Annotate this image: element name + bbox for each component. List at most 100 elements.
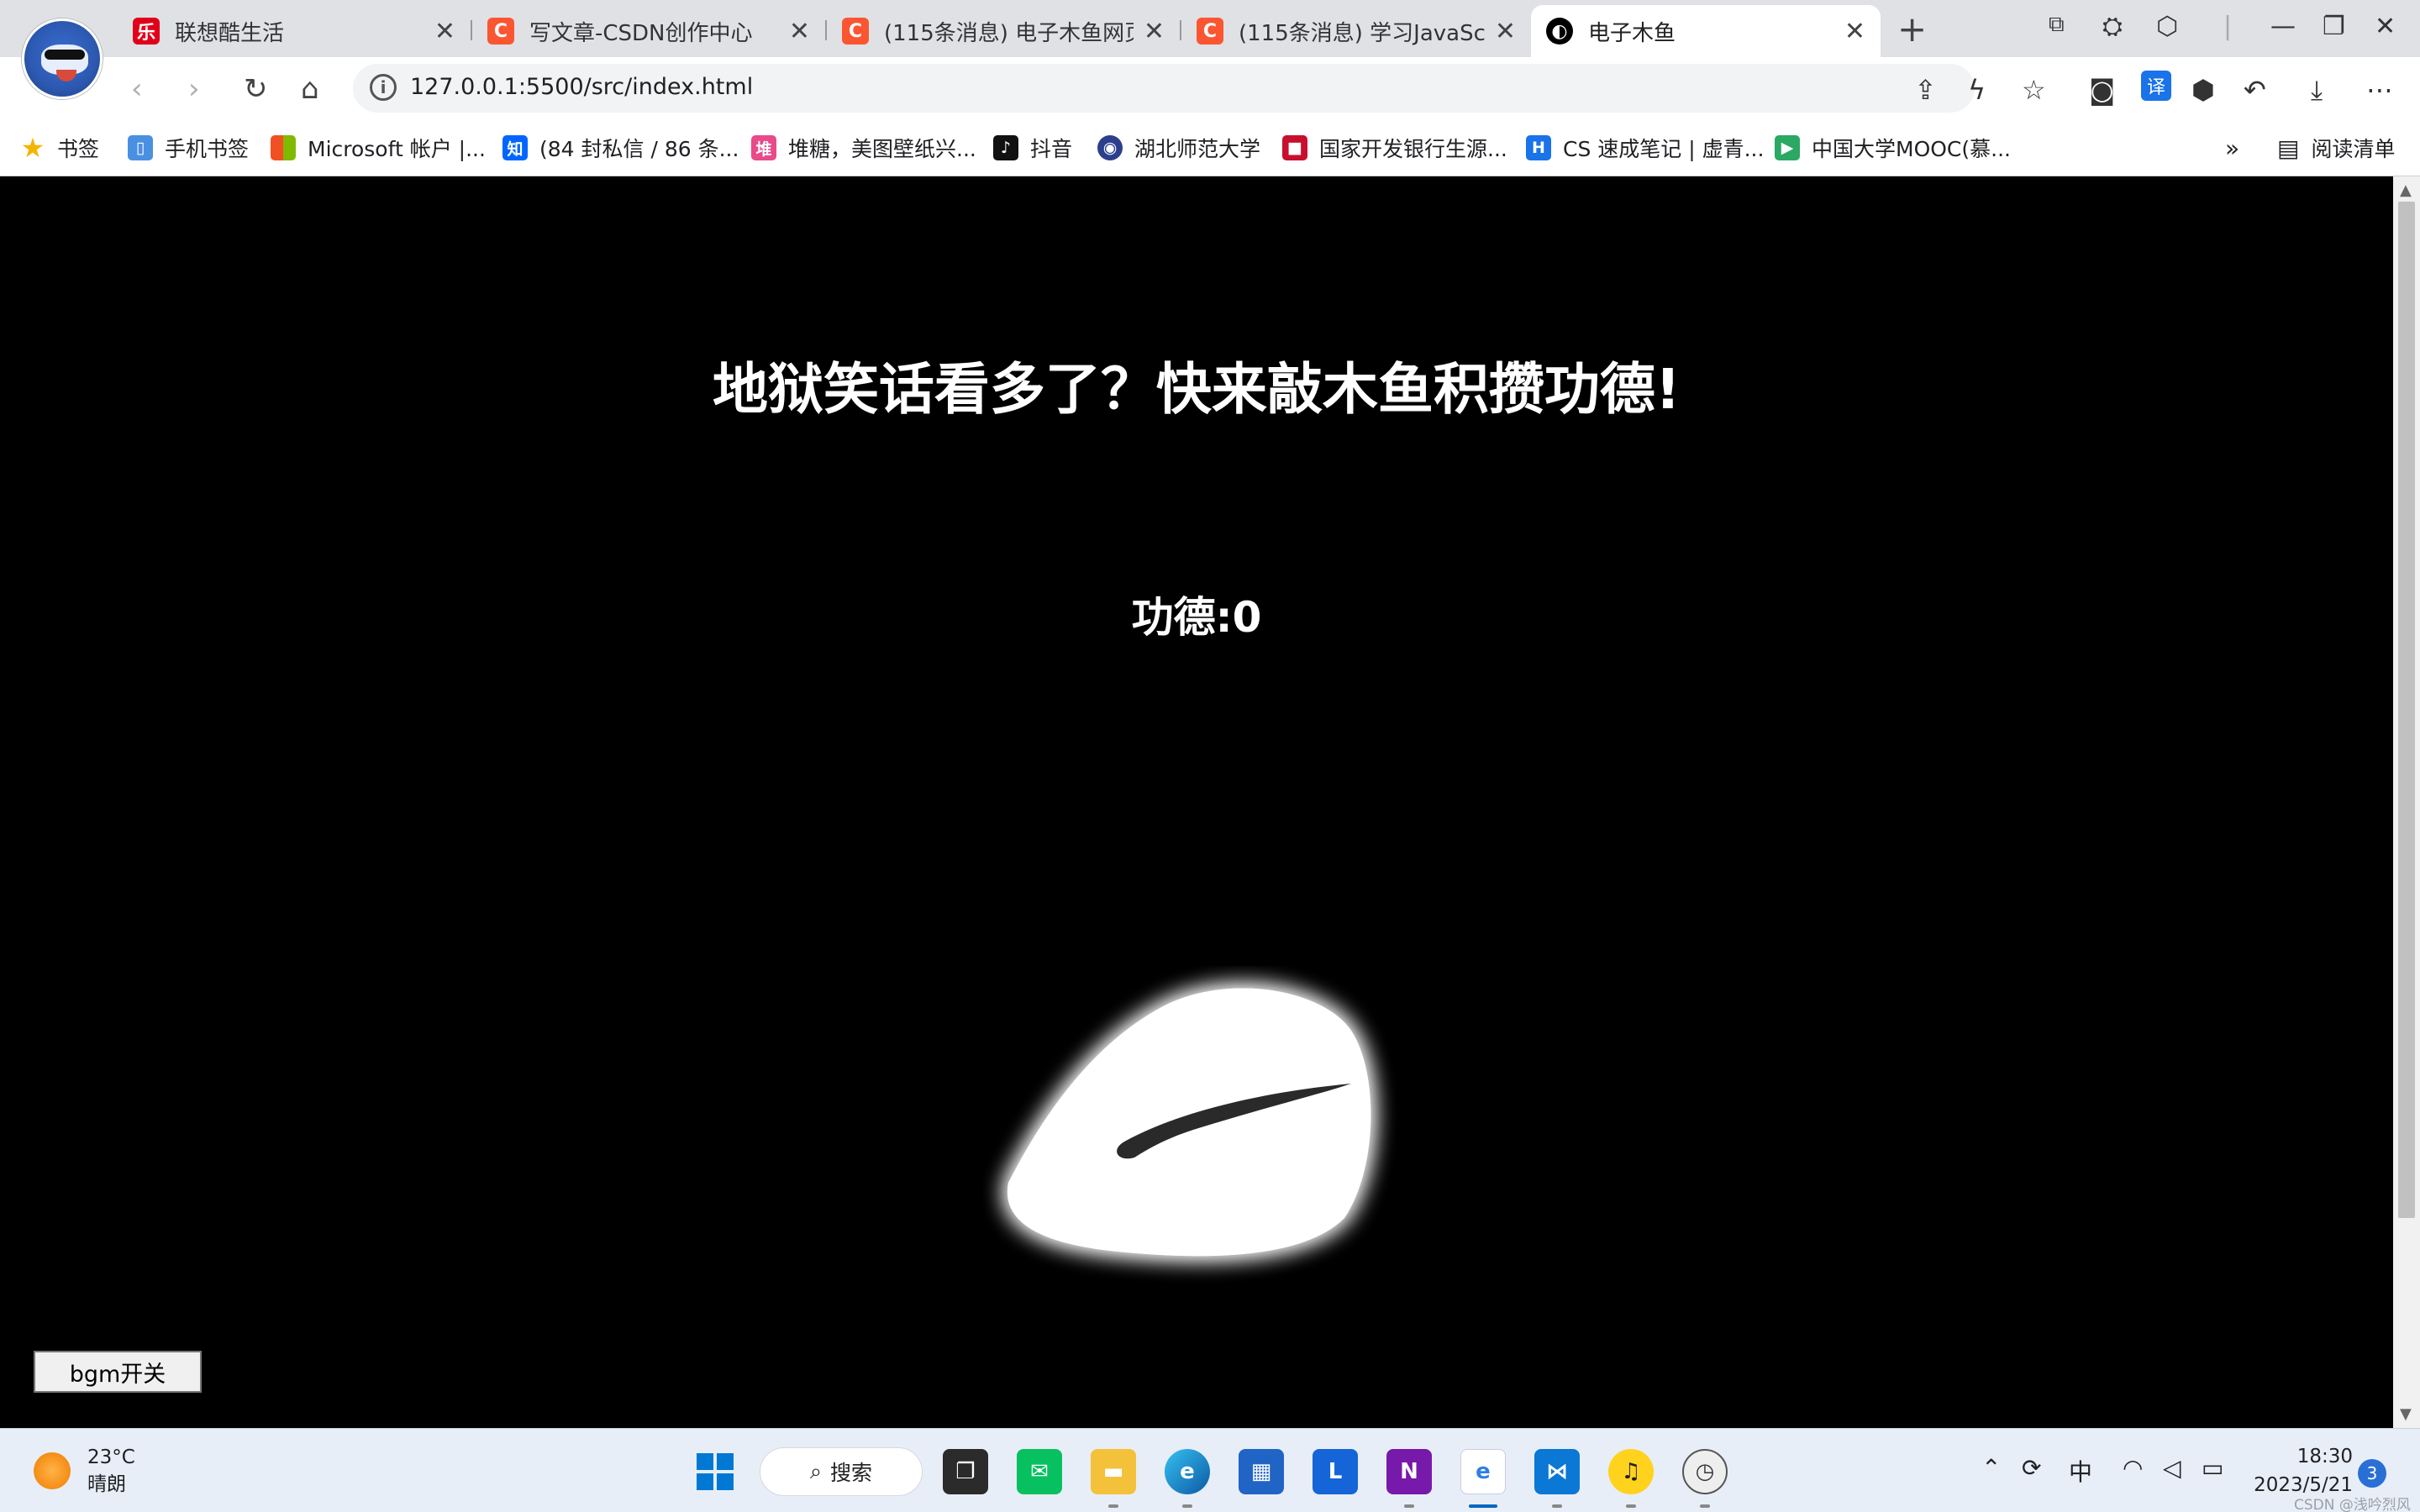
tab-csdn-js[interactable]: C (115条消息) 学习JavaScript ✕ (1181, 5, 1531, 57)
running-indicator (1404, 1504, 1414, 1508)
duitang-icon: 堆 (751, 135, 776, 160)
merit-value: 0 (1232, 593, 1262, 642)
microsoft-icon (271, 135, 296, 160)
profile-avatar[interactable] (22, 18, 103, 99)
bookmark-item[interactable]: ★ 书签 (20, 131, 99, 165)
favorite-star-icon[interactable]: ☆ (2022, 74, 2046, 106)
store-icon[interactable]: ▦ (1239, 1449, 1284, 1494)
task-view-icon[interactable]: ❐ (943, 1449, 988, 1494)
bookmark-label: CS 速成笔记 | 虚青... (1563, 137, 1765, 161)
weather-widget[interactable]: 23°C 晴朗 (34, 1444, 135, 1498)
home-button[interactable]: ⌂ (301, 72, 319, 106)
tab-title: 写文章-CSDN创作中心 (529, 20, 753, 46)
puzzle-icon[interactable]: ⬢ (2191, 74, 2215, 106)
tab-lenovo[interactable]: 乐 联想酷生活 ✕ (118, 5, 471, 57)
extension-mask-icon[interactable]: ◙ (2089, 74, 2115, 106)
tab-csdn-write[interactable]: C 写文章-CSDN创作中心 ✕ (472, 5, 825, 57)
phone-icon: ▯ (128, 135, 153, 160)
page-heading: 地狱笑话看多了？快来敲木鱼积攒功德! (712, 357, 1681, 422)
running-indicator (1700, 1504, 1710, 1508)
bookmark-item[interactable]: 知 (84 封私信 / 86 条... (502, 131, 739, 165)
running-indicator (1552, 1504, 1562, 1508)
browser-chrome: 乐 联想酷生活 ✕ C 写文章-CSDN创作中心 ✕ C (115条消息) 电子… (0, 0, 2420, 176)
tab-bar: 乐 联想酷生活 ✕ C 写文章-CSDN创作中心 ✕ C (115条消息) 电子… (0, 0, 2420, 99)
scroll-up-icon[interactable]: ▲ (2400, 181, 2412, 199)
wechat-icon[interactable]: ✉ (1017, 1449, 1062, 1494)
bookmark-item[interactable]: 堆 堆糖，美图壁纸兴... (751, 131, 976, 165)
wifi-icon[interactable]: ◠ (2123, 1454, 2143, 1482)
merit-counter: 功德:0 (0, 584, 2393, 644)
reading-list-button[interactable]: ▤ 阅读清单 (2277, 131, 2395, 165)
share-icon[interactable]: ⇪ (1914, 74, 1937, 106)
divider: | (2223, 12, 2233, 41)
merit-label: 功德: (1131, 593, 1233, 642)
forward-button[interactable]: › (188, 72, 200, 106)
more-bookmarks-button[interactable]: » (2225, 131, 2239, 165)
bookmark-label: 抖音 (1030, 137, 1073, 161)
reload-button[interactable]: ↻ (244, 72, 268, 106)
bgm-toggle-button[interactable]: bgm开关 (34, 1351, 202, 1393)
incognito-icon[interactable]: ⛭ (2102, 12, 2123, 41)
qq-music-icon[interactable]: ♫ (1608, 1449, 1654, 1494)
bookmark-item[interactable]: ▶ 中国大学MOOC(慕... (1775, 131, 2011, 165)
search-icon: ⌕ (809, 1459, 822, 1483)
start-icon[interactable] (692, 1449, 738, 1494)
browser-app-icon[interactable]: e (1460, 1449, 1506, 1494)
bookmark-label: 书签 (57, 137, 100, 161)
sync-icon[interactable]: ⟳ (2022, 1454, 2041, 1482)
active-indicator (1469, 1504, 1497, 1508)
bookmark-label: 堆糖，美图壁纸兴... (788, 137, 976, 161)
file-explorer-icon[interactable]: ▬ (1091, 1449, 1136, 1494)
running-indicator (1182, 1504, 1192, 1508)
address-url[interactable]: 127.0.0.1:5500/src/index.html (410, 74, 753, 100)
edge-icon[interactable]: e (1165, 1449, 1210, 1494)
ime-indicator[interactable]: 中 (2069, 1454, 2092, 1488)
minimize-button[interactable]: — (2270, 12, 2296, 41)
tab-woodfish-active[interactable]: ◐ 电子木鱼 ✕ (1531, 5, 1881, 57)
restore-button[interactable]: ❐ (2323, 12, 2345, 41)
bookmark-item[interactable]: H CS 速成笔记 | 虚青... (1526, 131, 1764, 165)
new-tab-button[interactable]: + (1897, 8, 1927, 50)
notification-badge[interactable]: 3 (2358, 1459, 2386, 1488)
bookmark-item[interactable]: ♪ 抖音 (993, 131, 1072, 165)
hexo-icon: H (1526, 135, 1551, 160)
page-scrollbar[interactable]: ▲ ▼ (2393, 176, 2420, 1428)
bookmark-item[interactable]: ▯ 手机书签 (128, 131, 249, 165)
volume-icon[interactable]: ◁ (2163, 1454, 2181, 1482)
tab-csdn-woodfish[interactable]: C (115条消息) 电子木鱼网页版 ✕ (827, 5, 1180, 57)
taskbar-search[interactable]: ⌕ 搜索 (760, 1447, 923, 1496)
scroll-down-icon[interactable]: ▼ (2400, 1405, 2412, 1423)
battery-icon[interactable]: ▭ (2202, 1454, 2223, 1482)
close-icon[interactable]: ✕ (1144, 17, 1165, 46)
onenote-icon[interactable]: N (1386, 1449, 1432, 1494)
tab-title: 电子木鱼 (1588, 20, 1676, 46)
clock-app-icon[interactable]: ◷ (1682, 1449, 1728, 1494)
workspaces-icon[interactable]: ⧉ (2049, 12, 2065, 38)
lenovo-vantage-icon[interactable]: L (1313, 1449, 1358, 1494)
bookmark-item[interactable]: ◉ 湖北师范大学 (1097, 131, 1260, 165)
download-icon[interactable]: ⤓ (2311, 74, 2323, 107)
more-menu-icon[interactable]: ⋯ (2366, 74, 2393, 106)
mooc-icon: ▶ (1775, 135, 1800, 160)
close-icon[interactable]: ✕ (1495, 17, 1516, 46)
address-bar[interactable]: i 127.0.0.1:5500/src/index.html (353, 64, 1975, 113)
lightning-icon[interactable]: ϟ (1968, 74, 1986, 106)
close-icon[interactable]: ✕ (789, 17, 810, 46)
vscode-icon[interactable]: ⋈ (1534, 1449, 1580, 1494)
show-hidden-icons[interactable]: ⌃ (1981, 1454, 2001, 1482)
translate-icon[interactable]: 译 (2141, 71, 2171, 101)
back-button[interactable]: ‹ (131, 72, 143, 106)
running-indicator (1108, 1504, 1118, 1508)
close-icon[interactable]: ✕ (1844, 17, 1865, 46)
close-window-button[interactable]: ✕ (2375, 12, 2396, 41)
wooden-fish-image[interactable] (983, 966, 1420, 1294)
bookmark-item[interactable]: Microsoft 帐户 |... (271, 131, 486, 165)
bookmark-item[interactable]: ■ 国家开发银行生源... (1282, 131, 1507, 165)
site-info-icon[interactable]: i (370, 74, 397, 101)
extension-icon[interactable]: ⬡ (2156, 12, 2178, 41)
bookmark-label: 中国大学MOOC(慕... (1812, 137, 2011, 161)
undo-icon[interactable]: ↶ (2244, 74, 2266, 106)
scroll-thumb[interactable] (2398, 202, 2415, 1218)
close-icon[interactable]: ✕ (434, 17, 455, 46)
system-clock[interactable]: 18:30 2023/5/21 (2252, 1442, 2353, 1499)
